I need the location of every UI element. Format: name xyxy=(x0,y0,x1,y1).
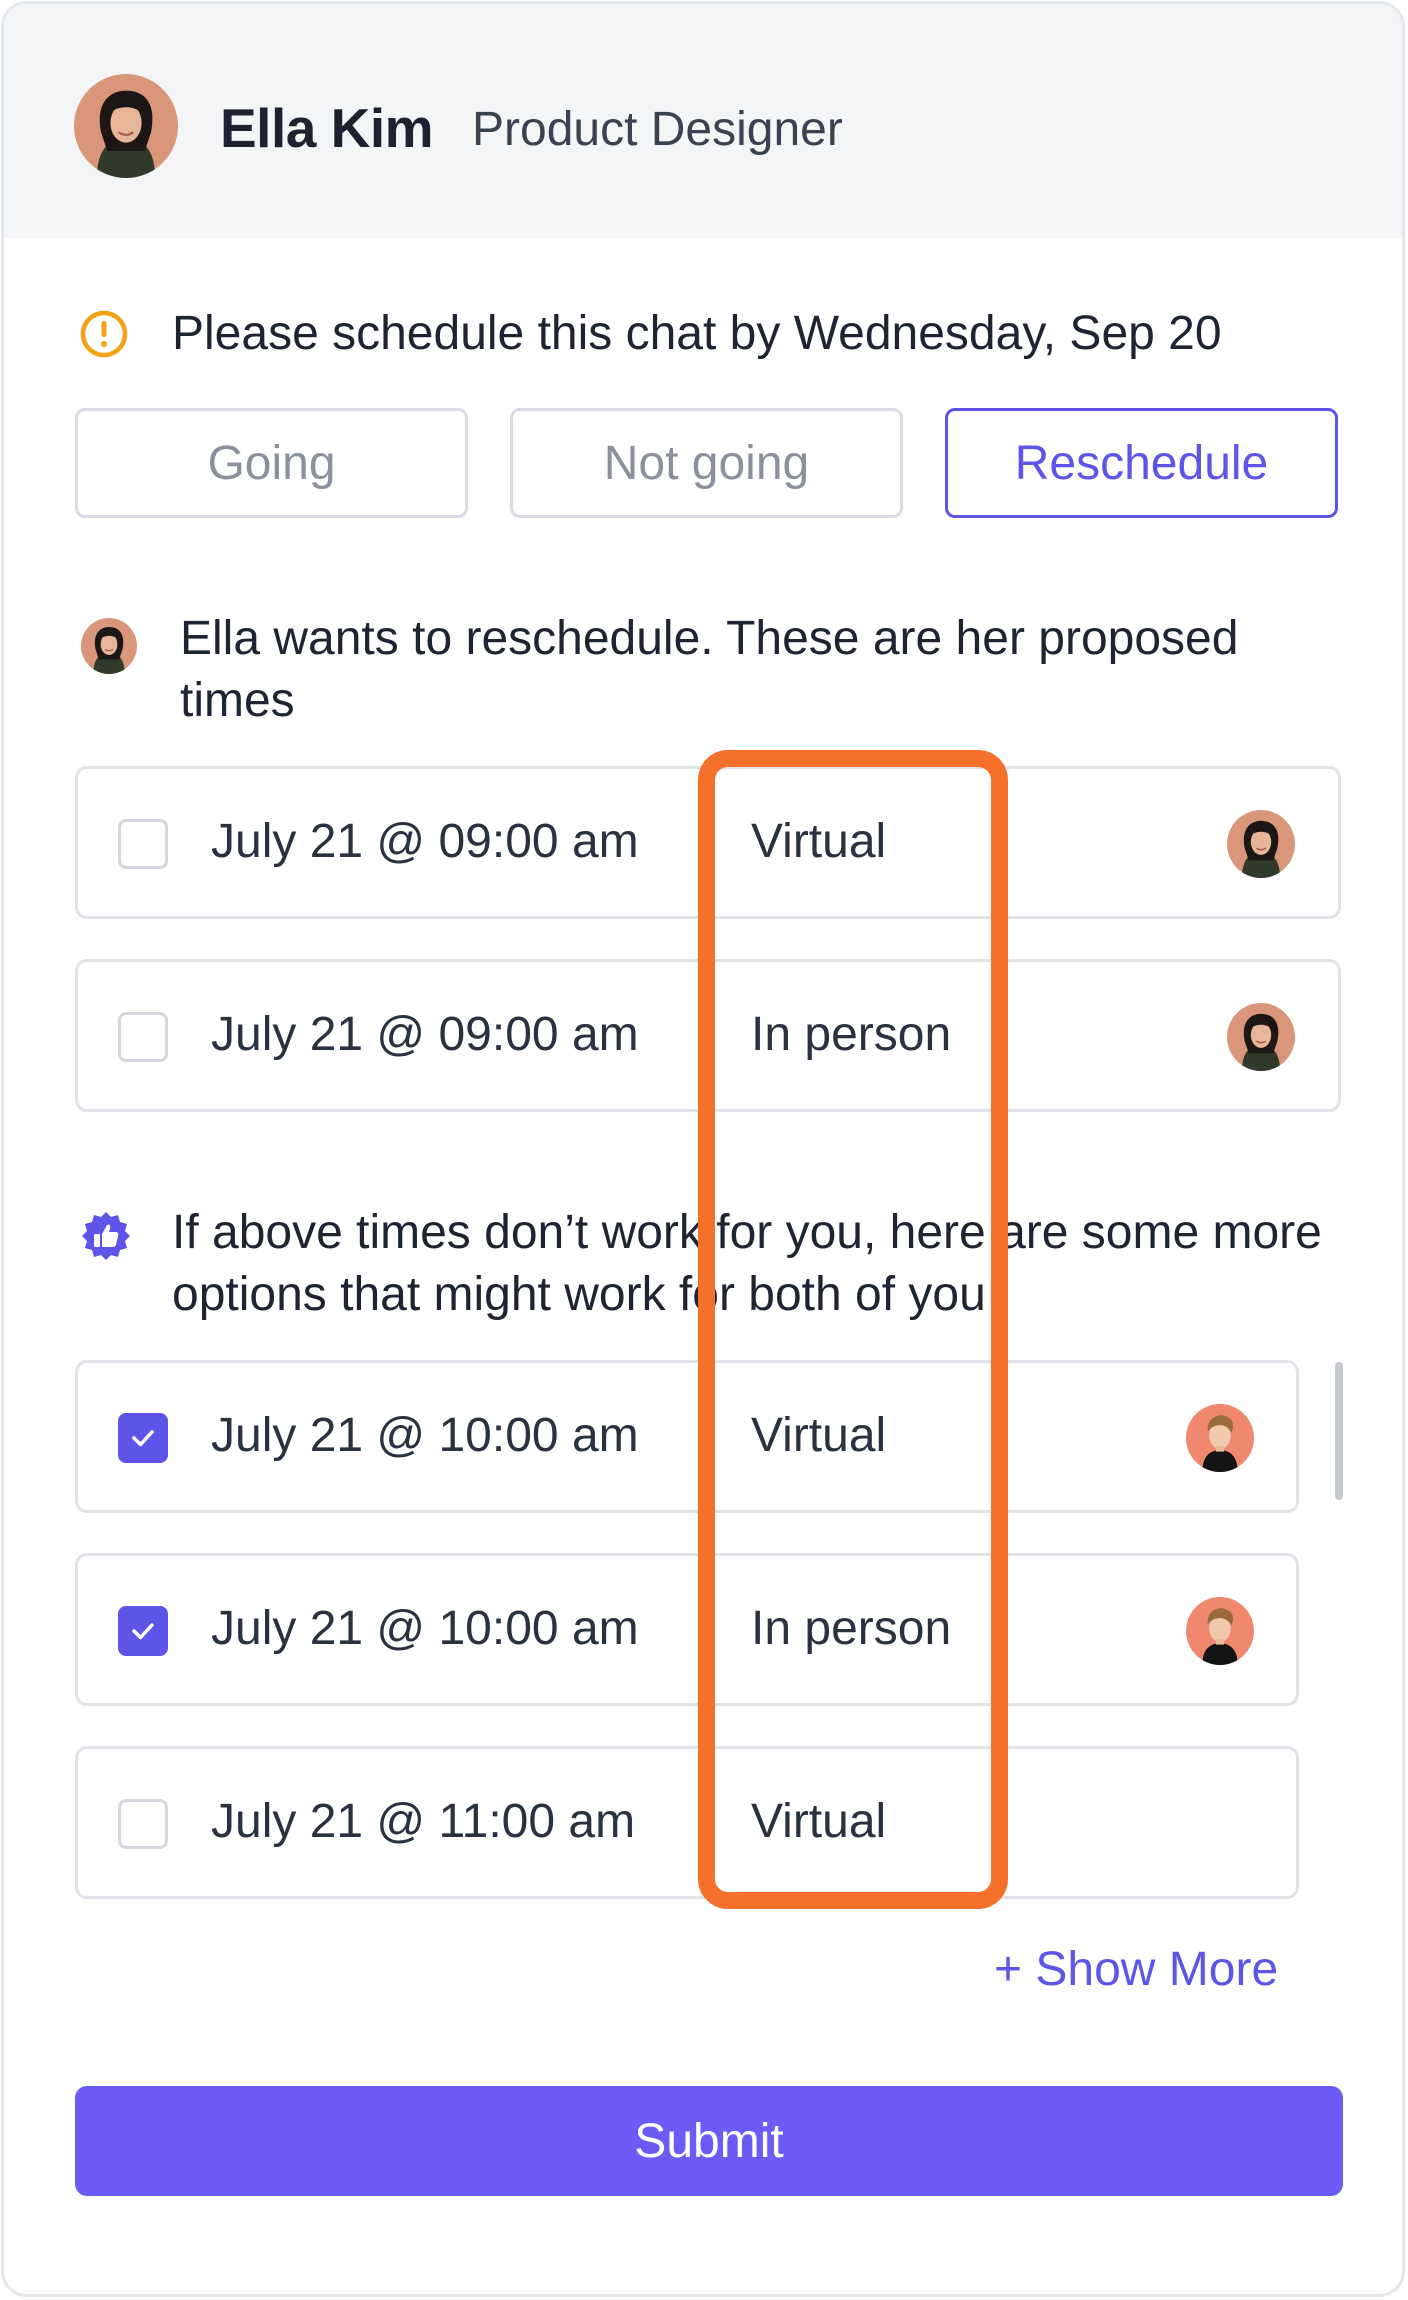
mode-column-highlight xyxy=(698,750,1008,1909)
slot-time: July 21 @ 09:00 am xyxy=(211,815,639,868)
list-item[interactable]: July 21 @ 11:00 am Virtual xyxy=(75,1746,1299,1899)
profile-header: Ella Kim Product Designer xyxy=(4,4,1402,238)
list-item[interactable]: July 21 @ 10:00 am In person xyxy=(75,1553,1299,1706)
not-going-button[interactable]: Not going xyxy=(510,408,903,518)
avatar xyxy=(1186,1597,1254,1665)
slot-mode: In person xyxy=(751,1008,952,1061)
show-more-link[interactable]: + Show More xyxy=(994,1942,1278,1997)
list-item[interactable]: July 21 @ 09:00 am Virtual xyxy=(75,766,1341,919)
slot-checkbox[interactable] xyxy=(118,1606,168,1656)
slot-time: July 21 @ 11:00 am xyxy=(211,1795,636,1848)
profile-name: Ella Kim xyxy=(220,97,434,159)
avatar xyxy=(1227,810,1295,878)
slot-mode: In person xyxy=(751,1602,952,1655)
slot-time: July 21 @ 10:00 am xyxy=(211,1602,639,1655)
slot-checkbox[interactable] xyxy=(118,1413,168,1463)
slot-mode: Virtual xyxy=(751,1409,887,1462)
going-button[interactable]: Going xyxy=(75,408,468,518)
list-item[interactable]: July 21 @ 09:00 am In person xyxy=(75,959,1341,1112)
proposal-message: Ella wants to reschedule. These are her … xyxy=(180,612,1239,727)
avatar xyxy=(74,74,178,178)
thumbs-up-badge-icon xyxy=(80,1210,132,1262)
slot-mode: Virtual xyxy=(751,815,887,868)
list-item[interactable]: July 21 @ 10:00 am Virtual xyxy=(75,1360,1299,1513)
submit-button[interactable]: Submit xyxy=(75,2086,1343,2196)
schedule-card: Ella Kim Product Designer Please schedul… xyxy=(1,1,1405,2297)
profile-role: Product Designer xyxy=(472,103,843,156)
avatar xyxy=(81,618,137,674)
reschedule-button[interactable]: Reschedule xyxy=(945,408,1338,518)
slot-checkbox[interactable] xyxy=(118,1012,168,1062)
avatar xyxy=(1186,1404,1254,1472)
alert-circle-icon xyxy=(79,309,129,359)
slot-checkbox[interactable] xyxy=(118,819,168,869)
avatar xyxy=(1227,1003,1295,1071)
scrollbar[interactable] xyxy=(1335,1362,1343,1500)
schedule-deadline-notice: Please schedule this chat by Wednesday, … xyxy=(172,307,1222,360)
slot-time: July 21 @ 10:00 am xyxy=(211,1409,639,1462)
slot-checkbox[interactable] xyxy=(118,1799,168,1849)
suggestions-message: If above times don’t work for you, here … xyxy=(172,1206,1322,1321)
slot-time: July 21 @ 09:00 am xyxy=(211,1008,639,1061)
slot-mode: Virtual xyxy=(751,1795,887,1848)
